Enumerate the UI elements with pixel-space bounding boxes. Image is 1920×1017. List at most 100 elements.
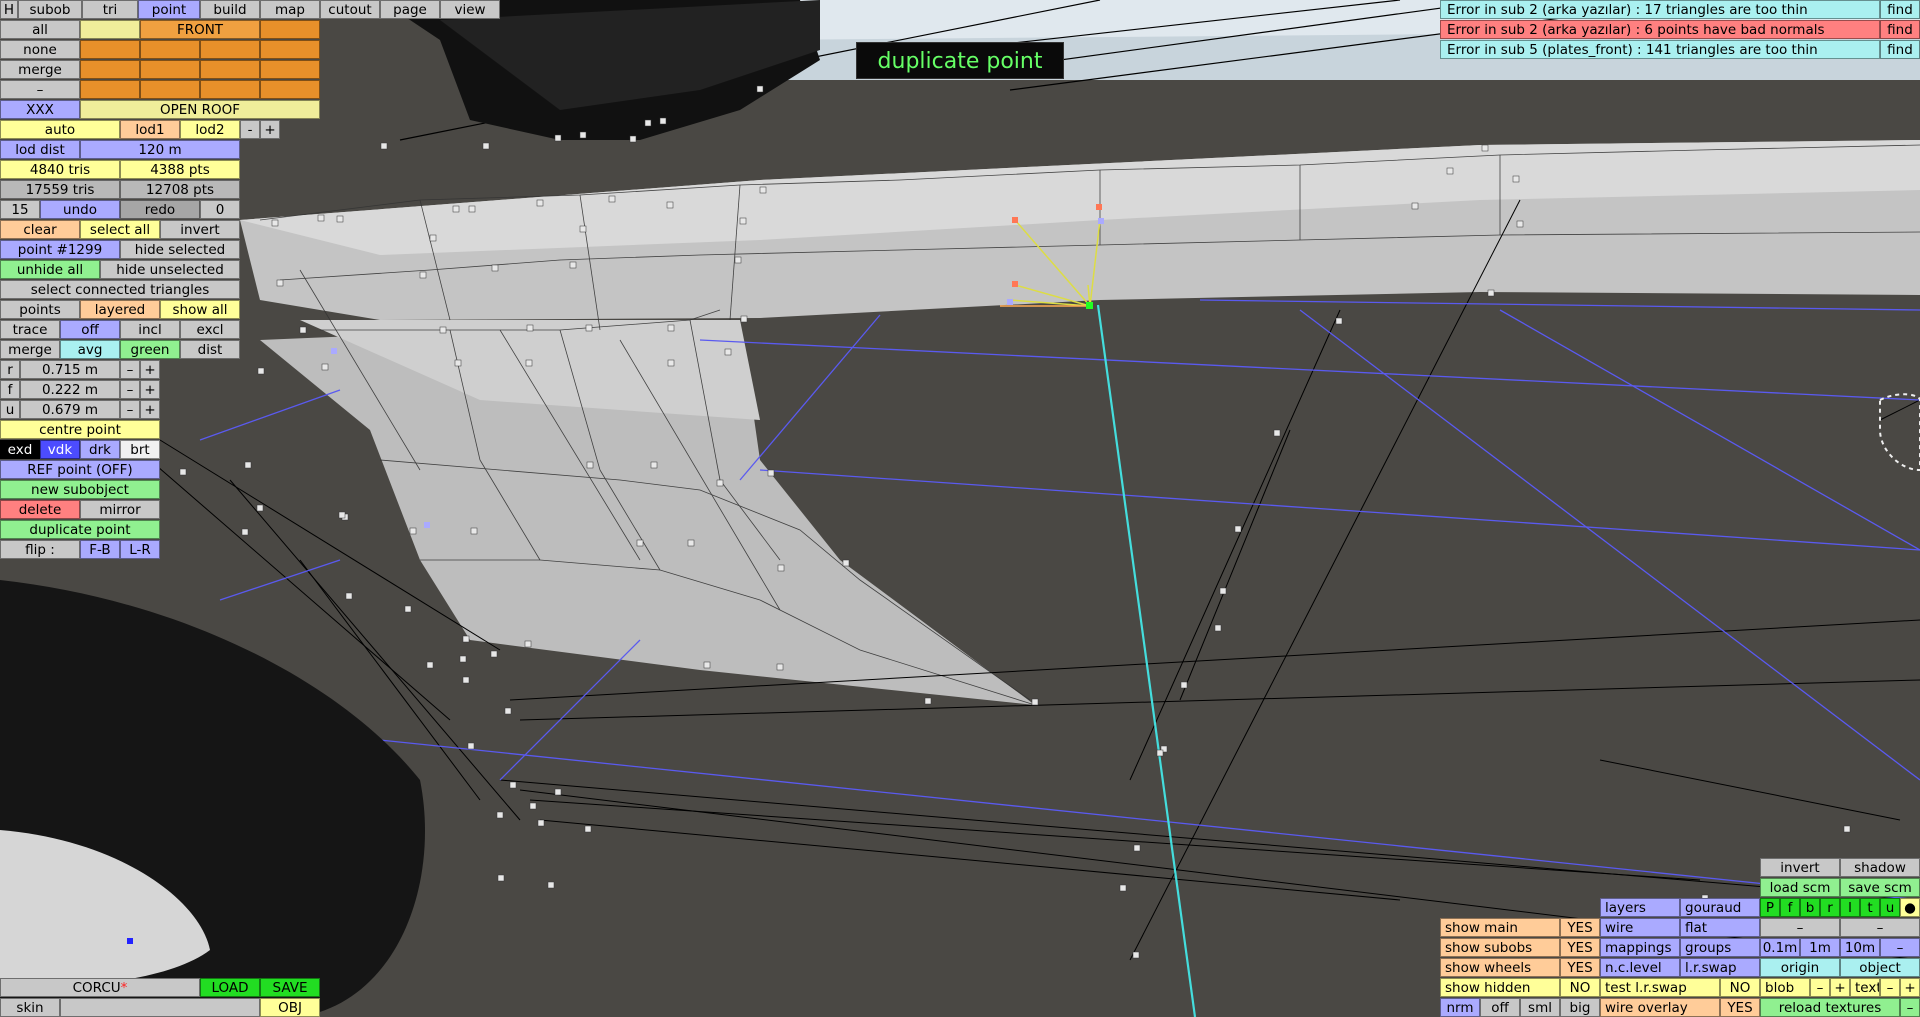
layers-button[interactable]: layers — [1600, 898, 1680, 917]
menu-view[interactable]: view — [440, 0, 500, 19]
select-slot[interactable] — [260, 40, 320, 59]
select-merge-button[interactable]: merge — [0, 60, 80, 79]
coord-r-minus[interactable]: – — [120, 360, 140, 379]
coord-f-plus[interactable]: + — [140, 380, 160, 399]
select-slot[interactable] — [260, 60, 320, 79]
save-scm-button[interactable]: save scm — [1840, 878, 1920, 897]
select-slot[interactable] — [200, 60, 260, 79]
drk-button[interactable]: drk — [80, 440, 120, 459]
view-t-button[interactable]: t — [1860, 898, 1880, 917]
lod-plus-button[interactable]: + — [260, 120, 280, 139]
unhide-all-button[interactable]: unhide all — [0, 260, 100, 279]
coord-f-minus[interactable]: – — [120, 380, 140, 399]
front-label[interactable]: FRONT — [140, 20, 260, 39]
skin-input[interactable] — [60, 998, 260, 1017]
mirror-button[interactable]: mirror — [80, 500, 160, 519]
normals-off-button[interactable]: off — [1480, 998, 1520, 1017]
coord-f-value[interactable]: 0.222 m — [20, 380, 120, 399]
blob-plus-button[interactable]: + — [1830, 978, 1850, 997]
lod-minus-button[interactable]: - — [240, 120, 260, 139]
vdk-button[interactable]: vdk — [40, 440, 80, 459]
coord-u-minus[interactable]: – — [120, 400, 140, 419]
view-r-button[interactable]: r — [1820, 898, 1840, 917]
lr-swap-button[interactable]: l.r.swap — [1680, 958, 1760, 977]
select-slot[interactable] — [200, 40, 260, 59]
menu-subob[interactable]: subob — [18, 0, 82, 19]
show-subobs-toggle[interactable]: YES — [1560, 938, 1600, 957]
show-hidden-toggle[interactable]: NO — [1560, 978, 1600, 997]
duplicate-point-button[interactable]: duplicate point — [0, 520, 160, 539]
save-button[interactable]: SAVE — [260, 978, 320, 997]
view-b-button[interactable]: b — [1800, 898, 1820, 917]
select-slot[interactable] — [140, 40, 200, 59]
step-1m-button[interactable]: 1m — [1800, 938, 1840, 957]
menu-map[interactable]: map — [260, 0, 320, 19]
menu-tri[interactable]: tri — [82, 0, 138, 19]
menu-h[interactable]: H — [0, 0, 18, 19]
step-10m-button[interactable]: 10m — [1840, 938, 1880, 957]
groups-button[interactable]: groups — [1680, 938, 1760, 957]
points-mode-button[interactable]: points — [0, 300, 80, 319]
clear-button[interactable]: clear — [0, 220, 80, 239]
normals-big-button[interactable]: big — [1560, 998, 1600, 1017]
merge-dist-button[interactable]: dist — [180, 340, 240, 359]
select-none-button[interactable]: none — [0, 40, 80, 59]
step-01m-button[interactable]: 0.1m — [1760, 938, 1800, 957]
trace-excl-button[interactable]: excl — [180, 320, 240, 339]
normals-sml-button[interactable]: sml — [1520, 998, 1560, 1017]
show-wheels-toggle[interactable]: YES — [1560, 958, 1600, 977]
find-error-button[interactable]: find — [1880, 40, 1920, 59]
test-lr-swap-button[interactable]: test l.r.swap — [1600, 978, 1720, 997]
select-dash-button[interactable]: – — [0, 80, 80, 99]
dash-button[interactable]: – — [1760, 918, 1840, 937]
view-l-button[interactable]: l — [1840, 898, 1860, 917]
select-slot[interactable] — [80, 20, 140, 39]
select-all-button[interactable]: all — [0, 20, 80, 39]
menu-cutout[interactable]: cutout — [320, 0, 380, 19]
test-lr-swap-toggle[interactable]: NO — [1720, 978, 1760, 997]
merge-green-button[interactable]: green — [120, 340, 180, 359]
xxx-button[interactable]: XXX — [0, 100, 80, 119]
select-slot[interactable] — [140, 60, 200, 79]
select-slot[interactable] — [80, 40, 140, 59]
select-slot[interactable] — [80, 60, 140, 79]
redo-button[interactable]: redo — [120, 200, 200, 219]
dash-button[interactable]: – — [1840, 918, 1920, 937]
load-button[interactable]: LOAD — [200, 978, 260, 997]
hide-unselected-button[interactable]: hide unselected — [100, 260, 240, 279]
trace-off-button[interactable]: off — [60, 320, 120, 339]
menu-page[interactable]: page — [380, 0, 440, 19]
text-plus-button[interactable]: + — [1900, 978, 1920, 997]
step-dash-button[interactable]: – — [1880, 938, 1920, 957]
reload-dash-button[interactable]: – — [1900, 998, 1920, 1017]
undo-button[interactable]: undo — [40, 200, 120, 219]
file-name[interactable]: CORCU* — [0, 978, 200, 997]
blob-minus-button[interactable]: – — [1810, 978, 1830, 997]
find-error-button[interactable]: find — [1880, 20, 1920, 39]
flip-lr-button[interactable]: L-R — [120, 540, 160, 559]
view-u-button[interactable]: u — [1880, 898, 1900, 917]
view-dot-button[interactable]: ● — [1900, 898, 1920, 917]
select-slot[interactable] — [260, 80, 320, 99]
select-connected-triangles-button[interactable]: select connected triangles — [0, 280, 240, 299]
load-scm-button[interactable]: load scm — [1760, 878, 1840, 897]
select-slot[interactable] — [80, 80, 140, 99]
flip-fb-button[interactable]: F-B — [80, 540, 120, 559]
view-f-button[interactable]: f — [1780, 898, 1800, 917]
brt-button[interactable]: brt — [120, 440, 160, 459]
mappings-button[interactable]: mappings — [1600, 938, 1680, 957]
select-all-points-button[interactable]: select all — [80, 220, 160, 239]
object-button[interactable]: object — [1840, 958, 1920, 977]
invert-selection-button[interactable]: invert — [160, 220, 240, 239]
coord-u-value[interactable]: 0.679 m — [20, 400, 120, 419]
flat-button[interactable]: flat — [1680, 918, 1760, 937]
reload-textures-button[interactable]: reload textures — [1760, 998, 1900, 1017]
obj-button[interactable]: OBJ — [260, 998, 320, 1017]
trace-incl-button[interactable]: incl — [120, 320, 180, 339]
lod-auto-button[interactable]: auto — [0, 120, 120, 139]
coord-u-plus[interactable]: + — [140, 400, 160, 419]
lod2-button[interactable]: lod2 — [180, 120, 240, 139]
centre-point-button[interactable]: centre point — [0, 420, 160, 439]
coord-r-value[interactable]: 0.715 m — [20, 360, 120, 379]
coord-r-plus[interactable]: + — [140, 360, 160, 379]
